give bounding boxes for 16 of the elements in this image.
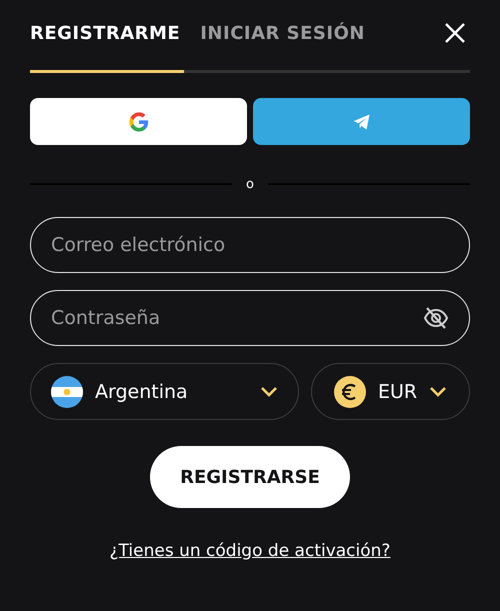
close-icon[interactable]	[444, 22, 466, 44]
tab[interactable]: INICIAR SESIÓN	[200, 22, 365, 44]
chevron-down-icon	[260, 386, 278, 398]
tab[interactable]: REGISTRARME	[30, 22, 180, 44]
google-icon	[128, 112, 148, 132]
chevron-down-icon	[429, 386, 448, 398]
google-button[interactable]	[30, 98, 247, 145]
flag-icon	[51, 376, 83, 408]
activation-code-link[interactable]: ¿Tienes un código de activación?	[110, 541, 390, 561]
password-field[interactable]: Contraseña	[30, 290, 470, 346]
currency-select[interactable]: EUR	[311, 363, 470, 420]
euro-coin-icon	[334, 376, 366, 408]
register-button[interactable]: REGISTRARSE	[150, 446, 350, 508]
email-field[interactable]: Correo electrónico	[30, 217, 470, 273]
country-select[interactable]: Argentina	[30, 363, 299, 420]
divider-text: o	[246, 176, 254, 192]
